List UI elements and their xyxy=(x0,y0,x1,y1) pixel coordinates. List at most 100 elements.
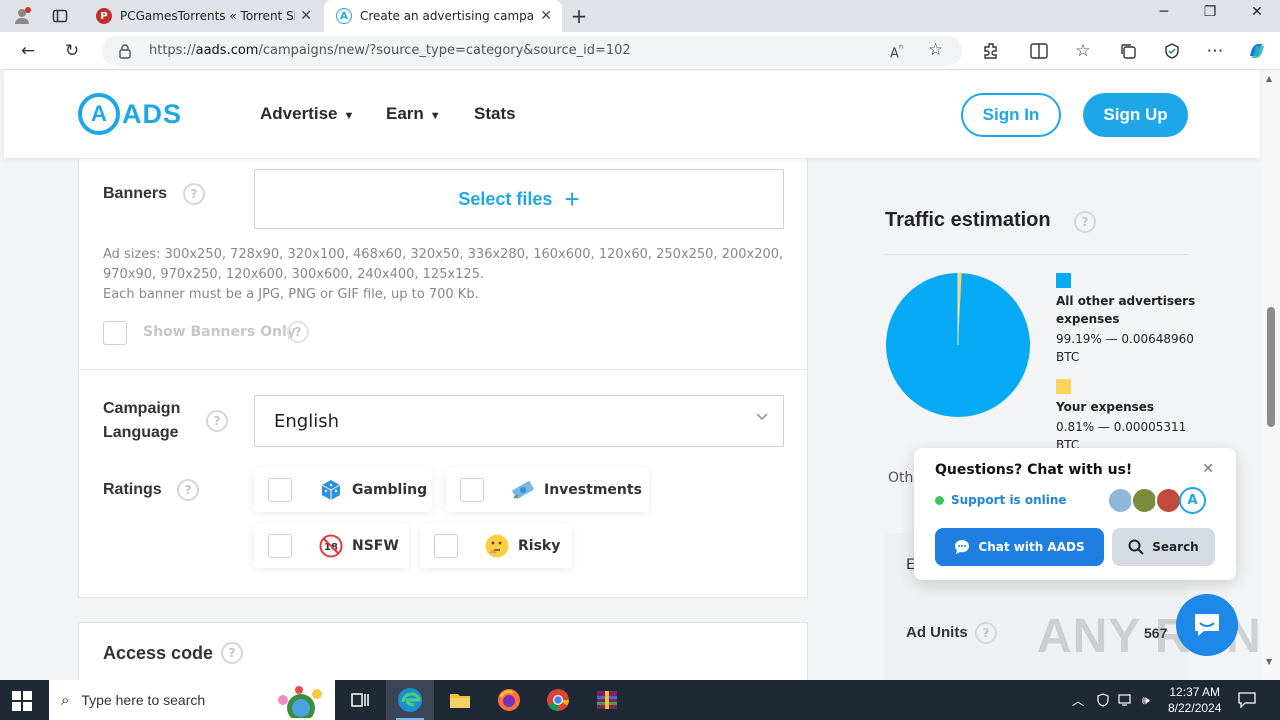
tab-pcgamestorrents[interactable]: P PCGamesTorrents « Torrent Site f ✕ xyxy=(84,0,322,32)
new-tab-icon[interactable]: + xyxy=(569,4,589,28)
clock-date: 8/22/2024 xyxy=(1168,701,1222,715)
close-tab-icon[interactable]: ✕ xyxy=(540,8,552,24)
sign-in-button[interactable]: Sign In xyxy=(961,93,1061,137)
notifications-icon[interactable] xyxy=(1238,680,1256,720)
lock-icon[interactable] xyxy=(118,43,132,63)
volume-icon[interactable]: 🕪 xyxy=(1142,680,1150,720)
task-view-icon[interactable] xyxy=(348,688,372,712)
chat-icon xyxy=(1195,614,1219,636)
chat-popup: Questions? Chat with us! ✕ Support is on… xyxy=(914,448,1236,580)
split-screen-icon[interactable] xyxy=(1028,40,1050,62)
show-hidden-icons-icon[interactable]: ︿ xyxy=(1072,680,1084,720)
taskbar-search-box[interactable]: ⌕ Type here to search xyxy=(49,680,335,720)
back-icon[interactable]: ← xyxy=(17,40,39,62)
rating-label: Gambling xyxy=(352,482,428,498)
legend-yours-label: Your expenses xyxy=(1056,400,1155,414)
aads-logo[interactable]: A ADS xyxy=(78,93,182,135)
scroll-up-icon[interactable]: ▲ xyxy=(1266,74,1272,83)
help-icon[interactable]: ? xyxy=(177,479,199,501)
help-icon[interactable]: ? xyxy=(287,321,309,343)
help-icon[interactable]: ? xyxy=(1074,211,1096,233)
thinking-face-icon xyxy=(484,533,510,559)
tab-title: Create an advertising campaign xyxy=(360,9,535,23)
minimize-icon[interactable]: ─ xyxy=(1144,4,1184,20)
restore-icon[interactable]: ❐ xyxy=(1190,4,1230,20)
banner-rule-text: Each banner must be a JPG, PNG or GIF fi… xyxy=(103,287,479,302)
firefox-icon[interactable] xyxy=(497,688,521,712)
edge-taskbar-button[interactable] xyxy=(386,680,434,720)
gambling-checkbox[interactable] xyxy=(268,478,292,502)
sign-up-button[interactable]: Sign Up xyxy=(1083,93,1188,137)
ad-sizes-text: Ad sizes: 300x250, 728x90, 320x100, 468x… xyxy=(103,247,784,282)
select-files-button[interactable]: Select files + xyxy=(254,169,784,229)
tab-actions-icon[interactable] xyxy=(50,6,70,26)
more-menu-icon[interactable]: ⋯ xyxy=(1204,40,1226,62)
campaign-form-card: Banners ? Select files + Ad sizes: 300x2… xyxy=(78,159,808,598)
rating-risky[interactable]: Risky xyxy=(420,524,572,568)
nav-advertise[interactable]: Advertise ▼ xyxy=(260,104,354,124)
file-explorer-icon[interactable] xyxy=(448,688,472,712)
chat-with-aads-button[interactable]: Chat with AADS xyxy=(935,528,1104,566)
favorite-star-icon[interactable]: ☆ xyxy=(928,40,943,60)
address-bar[interactable]: https://aads.com/campaigns/new/?source_t… xyxy=(102,36,962,66)
network-icon[interactable] xyxy=(1118,680,1134,720)
profile-icon[interactable] xyxy=(12,6,32,26)
campaign-language-select[interactable]: English xyxy=(254,395,784,447)
help-icon[interactable]: ? xyxy=(206,410,228,432)
nsfw-checkbox[interactable] xyxy=(268,534,292,558)
system-clock[interactable]: 12:37 AM 8/22/2024 xyxy=(1168,684,1221,716)
chat-search-button[interactable]: Search xyxy=(1112,528,1215,566)
windows-start-icon[interactable] xyxy=(12,691,32,711)
page-scrollbar[interactable]: ▲ ▼ xyxy=(1262,71,1280,680)
show-banners-only-checkbox[interactable] xyxy=(103,321,127,345)
nav-earn[interactable]: Earn ▼ xyxy=(386,104,441,124)
browser-tab-bar: P PCGamesTorrents « Torrent Site f ✕ A C… xyxy=(0,0,1280,32)
tab-create-campaign[interactable]: A Create an advertising campaign ✕ xyxy=(324,0,562,32)
close-window-icon[interactable]: ✕ xyxy=(1237,4,1277,20)
rating-investments[interactable]: Investments xyxy=(446,468,649,512)
winrar-icon[interactable] xyxy=(595,688,619,712)
read-aloud-icon[interactable]: Aⁿ xyxy=(890,42,903,61)
rating-gambling[interactable]: Gambling xyxy=(254,468,432,512)
close-icon[interactable]: ✕ xyxy=(1202,461,1214,477)
pinterest-favicon-icon: P xyxy=(96,8,112,24)
url-text[interactable]: https://aads.com/campaigns/new/?source_t… xyxy=(149,43,631,58)
close-tab-icon[interactable]: ✕ xyxy=(300,8,312,24)
traffic-estimation-title: Traffic estimation xyxy=(885,209,1051,231)
chevron-down-icon: ▼ xyxy=(429,110,441,122)
scroll-down-icon[interactable]: ▼ xyxy=(1266,657,1272,666)
edge-icon xyxy=(398,688,422,712)
investments-checkbox[interactable] xyxy=(460,478,484,502)
banners-label: Banners xyxy=(103,185,168,202)
chrome-icon[interactable] xyxy=(546,688,570,712)
scroll-thumb[interactable] xyxy=(1267,307,1275,427)
chevron-down-icon: ▼ xyxy=(343,110,355,122)
campaign-language-label: Campaign Language xyxy=(103,400,181,441)
collections-icon[interactable] xyxy=(1117,40,1139,62)
extensions-icon[interactable] xyxy=(980,40,1002,62)
avatar xyxy=(1155,487,1182,514)
rating-nsfw[interactable]: 18 NSFW xyxy=(254,524,409,568)
chat-launcher-button[interactable] xyxy=(1176,594,1238,656)
defender-icon[interactable] xyxy=(1096,680,1110,720)
logo-text: ADS xyxy=(122,98,183,129)
risky-checkbox[interactable] xyxy=(434,534,458,558)
help-icon[interactable]: ? xyxy=(183,183,205,205)
ad-sizes-info: Ad sizes: 300x250, 728x90, 320x100, 468x… xyxy=(103,245,793,305)
favorites-icon[interactable]: ☆ xyxy=(1072,40,1094,62)
help-icon[interactable]: ? xyxy=(221,642,243,664)
avatar xyxy=(1131,487,1158,514)
traffic-pie-chart xyxy=(886,273,1030,417)
select-files-label: Select files xyxy=(458,188,553,209)
copilot-icon[interactable] xyxy=(1246,40,1268,62)
browser-essentials-icon[interactable] xyxy=(1161,40,1183,62)
page-viewport: Banners ? Select files + Ad sizes: 300x2… xyxy=(0,71,1280,680)
partial-other-label: Oth xyxy=(888,470,914,486)
refresh-icon[interactable]: ↻ xyxy=(61,40,83,62)
aads-avatar-icon: A xyxy=(1179,487,1206,514)
nav-stats[interactable]: Stats xyxy=(474,104,516,124)
ratings-label: Ratings xyxy=(103,481,162,498)
logo-mark: A xyxy=(78,93,120,135)
help-icon[interactable]: ? xyxy=(975,622,997,644)
access-code-card: Access code ? xyxy=(78,622,808,680)
